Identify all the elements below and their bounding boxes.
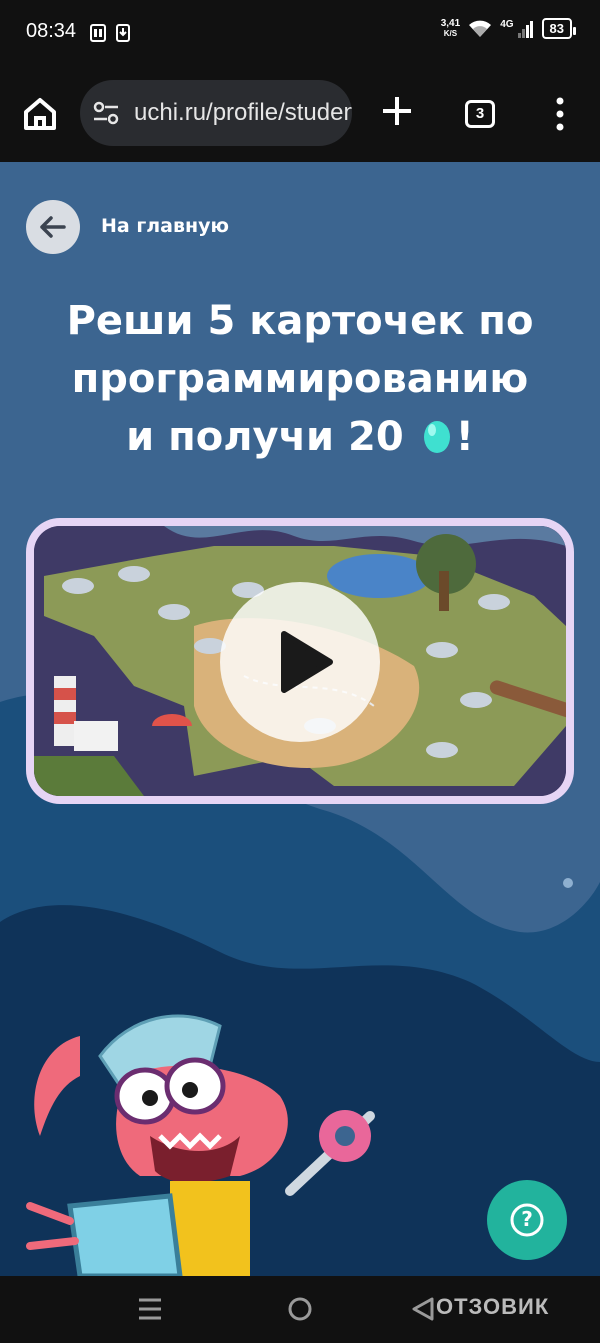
menu-dots-icon[interactable] [553,96,567,132]
help-label: ? [521,1207,533,1231]
system-nav-bar: ОТЗОВИК [0,1276,600,1343]
title-line-2: программированию [71,356,529,402]
page-content: На главную Реши 5 карточек по программир… [0,162,600,1276]
url-text: uchi.ru/profile/students [134,99,352,126]
dino-knight-mascot [26,1014,375,1276]
home-icon[interactable] [20,94,60,134]
title-line-3: и получи 20 ! [0,408,600,466]
battery-icon: 83 [541,18,577,39]
download-icon [116,24,130,42]
help-button[interactable]: ? [487,1180,567,1260]
back-triangle-icon[interactable] [410,1296,436,1322]
title-line-1: Реши 5 карточек по [66,298,534,344]
browser-toolbar: uchi.ru/profile/students 3 [0,66,600,162]
address-bar[interactable]: uchi.ru/profile/students [80,80,352,146]
net-speed-value: 3,41 [440,17,461,29]
tabs-count-button[interactable]: 3 [465,100,495,128]
title-line-3-prefix: и получи 20 [126,414,404,460]
wifi-icon [469,20,492,37]
title-line-3-suffix: ! [455,414,474,460]
sim-icon [90,24,106,42]
page-title: Реши 5 карточек по программированию и по… [0,292,600,466]
recent-apps-icon[interactable] [137,1296,163,1322]
video-card[interactable] [26,518,574,804]
egg-icon [423,421,450,453]
net-speed: 3,41 K/S [440,17,461,39]
video-preview[interactable] [34,526,566,796]
home-circle-icon[interactable] [287,1296,313,1322]
tune-icon[interactable] [92,100,120,126]
status-bar: 08:34 3,41 K/S 4G 83 [0,0,600,66]
net-speed-unit: K/S [443,28,458,38]
status-time: 08:34 [26,20,77,42]
status-right: 3,41 K/S 4G 83 [440,17,577,39]
back-button[interactable] [26,200,80,254]
back-label[interactable]: На главную [101,215,229,237]
arrow-left-icon [40,216,66,238]
signal-icon [517,20,533,38]
play-icon [281,631,333,693]
play-button[interactable] [220,582,380,742]
network-type: 4G [500,19,514,30]
watermark: ОТЗОВИК [436,1294,550,1319]
decorative-dot [563,878,573,888]
plus-icon[interactable] [380,94,414,128]
